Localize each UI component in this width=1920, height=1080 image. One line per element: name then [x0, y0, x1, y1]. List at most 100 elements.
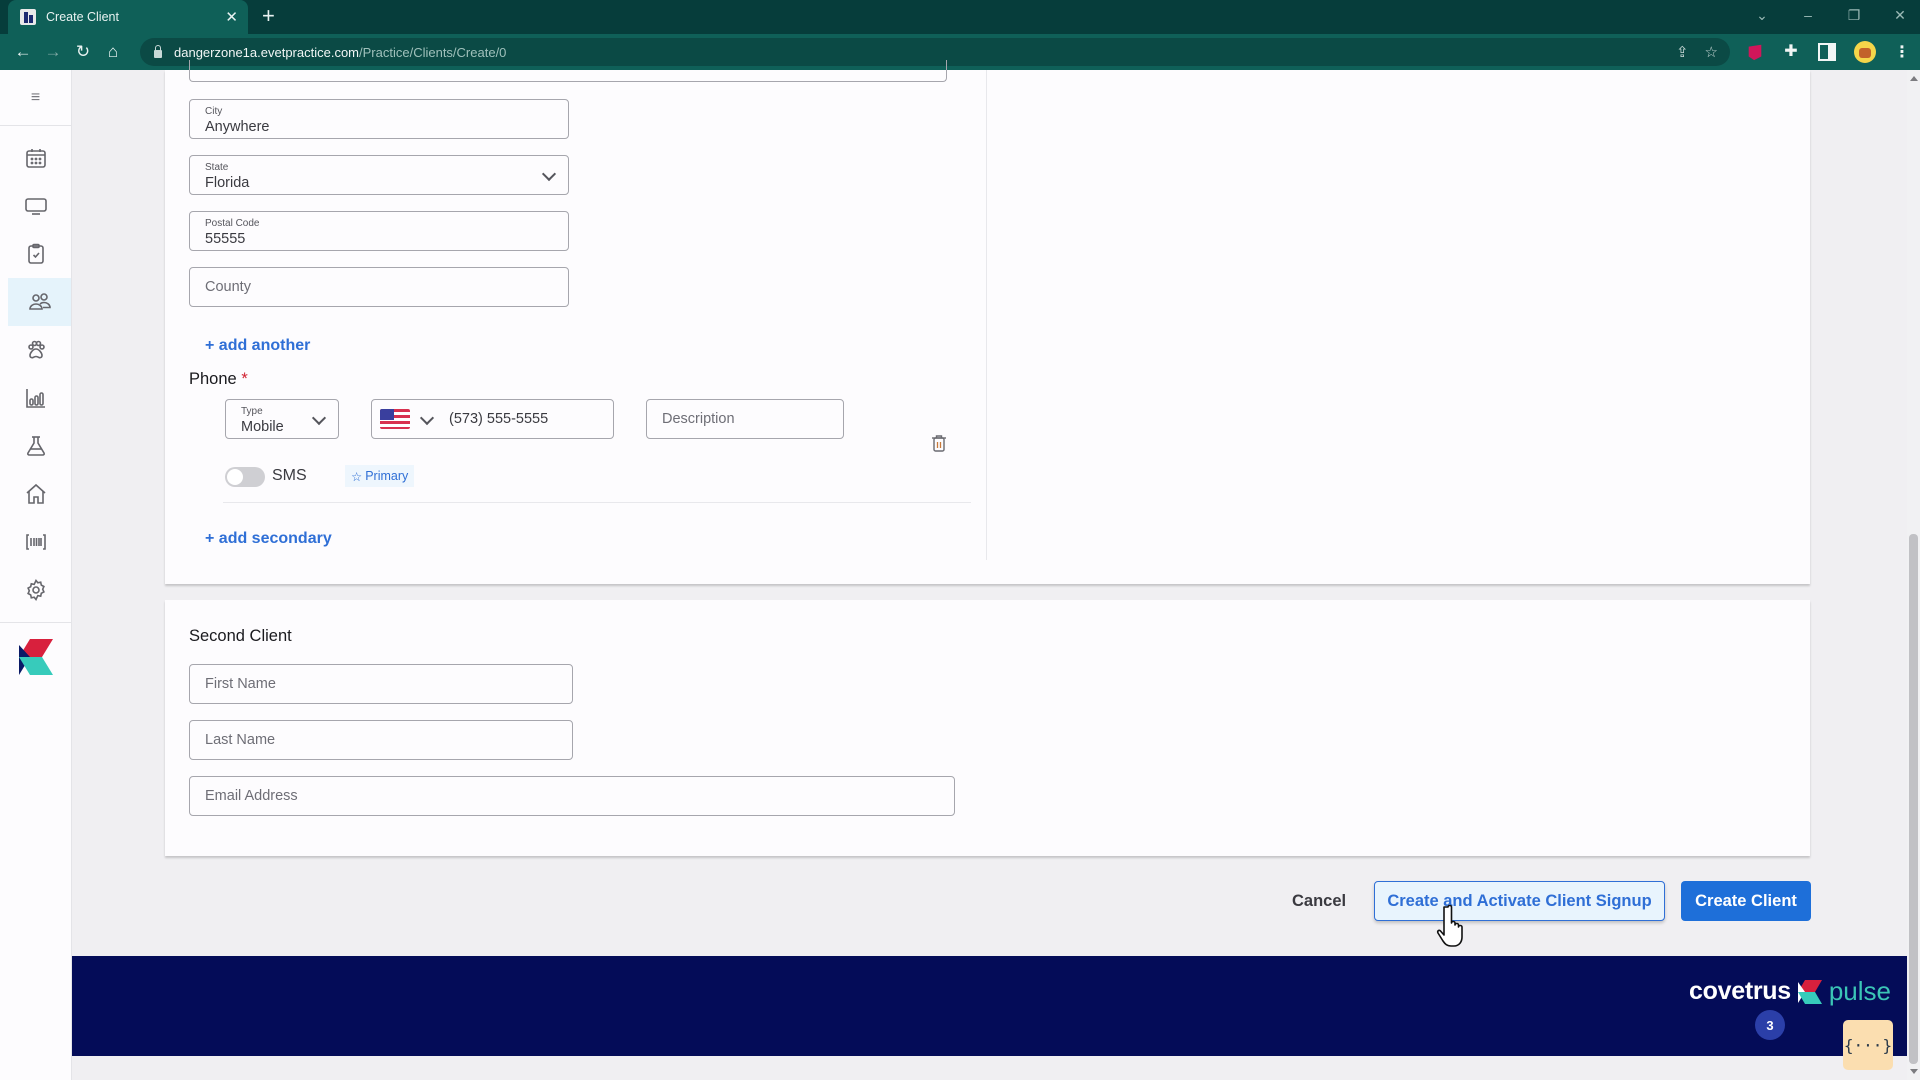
hamburger-menu-icon[interactable]: ≡	[0, 70, 71, 126]
add-another-address-link[interactable]: + add another	[205, 337, 310, 355]
phone-number-field[interactable]: (573) 555-5555	[371, 399, 614, 439]
scroll-up-arrow-icon[interactable]	[1910, 76, 1918, 81]
chevron-down-icon	[311, 410, 327, 426]
browser-tab-active[interactable]: Create Client ✕	[8, 0, 248, 34]
home-button[interactable]: ⌂	[98, 42, 128, 62]
sidebar-item-inventory[interactable]	[0, 518, 71, 566]
sidebar-item-tasks[interactable]	[0, 230, 71, 278]
monitor-icon	[24, 198, 47, 215]
flask-icon	[26, 436, 45, 456]
sidebar-item-settings[interactable]	[0, 566, 71, 614]
state-label: State	[205, 162, 229, 173]
phone-description-field[interactable]: Description	[646, 399, 844, 439]
forward-button[interactable]: →	[38, 42, 68, 62]
lock-icon[interactable]	[154, 44, 162, 58]
browser-tab-strip: Create Client ✕ + ⌄ – ❐ ✕	[0, 0, 1920, 34]
covetrus-logo[interactable]	[0, 623, 71, 691]
email-placeholder: Email Address	[205, 788, 298, 804]
county-placeholder: County	[205, 279, 251, 295]
column-divider	[986, 70, 987, 560]
browser-menu-icon[interactable]: ⋮	[1894, 42, 1910, 62]
second-client-email-field[interactable]: Email Address	[189, 776, 955, 816]
clipboard-check-icon	[27, 243, 44, 264]
extension-icon[interactable]	[1748, 44, 1762, 61]
app-footer: covetrus pulse	[72, 956, 1907, 1056]
primary-phone-badge[interactable]: ☆ Primary	[345, 465, 415, 487]
state-select[interactable]: State Florida	[189, 155, 569, 195]
client-details-card: City Anywhere State Florida Postal Code …	[165, 60, 1810, 584]
notification-count-badge[interactable]: 3	[1755, 1010, 1785, 1040]
brand-wordmark: covetrus	[1689, 977, 1791, 1005]
tab-search-icon[interactable]: ⌄	[1752, 7, 1772, 24]
sidebar-item-monitor[interactable]	[0, 182, 71, 230]
country-chevron-down-icon[interactable]	[419, 410, 435, 426]
minimize-button[interactable]: –	[1798, 7, 1818, 23]
restore-button[interactable]: ❐	[1844, 7, 1864, 24]
scroll-down-arrow-icon[interactable]	[1910, 1069, 1918, 1074]
barcode-icon	[25, 534, 46, 550]
phone-number-value: (573) 555-5555	[449, 411, 549, 427]
sidebar-item-reports[interactable]	[0, 374, 71, 422]
url-path: /Practice/Clients/Create/0	[359, 44, 507, 60]
tab-title: Create Client	[46, 10, 119, 24]
phone-type-value: Mobile	[241, 419, 284, 435]
postal-code-value: 55555	[205, 231, 246, 247]
profile-avatar[interactable]	[1854, 41, 1876, 63]
county-field[interactable]: County	[189, 267, 569, 307]
chevron-down-icon	[541, 166, 557, 182]
create-and-activate-signup-button[interactable]: Create and Activate Client Signup	[1374, 881, 1665, 921]
scrollbar-thumb[interactable]	[1909, 534, 1918, 1064]
last-name-placeholder: Last Name	[205, 732, 276, 748]
cancel-button[interactable]: Cancel	[1282, 882, 1356, 920]
covetrus-pulse-brand: covetrus pulse	[1689, 976, 1891, 1007]
address-line-field[interactable]	[189, 60, 947, 82]
postal-code-field[interactable]: Postal Code 55555	[189, 211, 569, 251]
sidebar-item-patients[interactable]	[0, 326, 71, 374]
calendar-icon	[25, 149, 46, 168]
city-field[interactable]: City Anywhere	[189, 99, 569, 139]
second-client-title: Second Client	[189, 627, 292, 645]
phone-type-select[interactable]: Type Mobile	[225, 399, 339, 439]
state-value: Florida	[205, 175, 250, 191]
close-tab-icon[interactable]: ✕	[225, 8, 238, 26]
new-tab-button[interactable]: +	[262, 4, 275, 28]
first-name-placeholder: First Name	[205, 676, 276, 692]
sidebar-item-calendar[interactable]	[0, 134, 71, 182]
phone-section-label: Phone *	[189, 370, 248, 389]
star-icon: ☆	[351, 469, 363, 484]
required-indicator: *	[241, 370, 248, 388]
primary-label: Primary	[365, 469, 409, 483]
sms-toggle[interactable]	[225, 467, 265, 487]
site-favicon-icon	[20, 9, 36, 25]
sidebar-item-home[interactable]	[0, 470, 71, 518]
bookmark-star-icon[interactable]: ☆	[1705, 43, 1718, 61]
code-widget-button[interactable]: {···}	[1843, 1020, 1893, 1070]
url-host: dangerzone1a.evetpractice.com	[174, 44, 360, 60]
second-client-last-name-field[interactable]: Last Name	[189, 720, 573, 760]
side-panel-icon[interactable]	[1818, 43, 1836, 61]
bar-chart-icon	[25, 389, 45, 408]
add-secondary-phone-link[interactable]: + add secondary	[205, 530, 332, 548]
window-controls: ⌄ – ❐ ✕	[1752, 0, 1910, 30]
phone-label-text: Phone	[189, 370, 237, 388]
hand-cursor-icon	[1436, 904, 1463, 947]
share-icon[interactable]: ⇪	[1676, 43, 1689, 61]
description-placeholder: Description	[662, 411, 735, 427]
sidebar-item-lab[interactable]	[0, 422, 71, 470]
sidebar-item-clients[interactable]	[8, 278, 71, 326]
back-button[interactable]: ←	[8, 42, 38, 62]
second-client-first-name-field[interactable]: First Name	[189, 664, 573, 704]
second-client-card: Second Client First Name Last Name Email…	[165, 600, 1810, 856]
paw-icon	[27, 340, 45, 359]
us-flag-icon[interactable]	[380, 409, 410, 429]
city-value: Anywhere	[205, 119, 270, 135]
close-window-button[interactable]: ✕	[1890, 7, 1910, 24]
extensions-puzzle-icon[interactable]: ✚	[1782, 43, 1800, 61]
covetrus-mark-icon	[1797, 979, 1822, 1004]
create-client-button[interactable]: Create Client	[1681, 881, 1811, 921]
page-scrollbar[interactable]	[1907, 70, 1920, 1080]
reload-button[interactable]: ↻	[68, 42, 98, 62]
brand-product-name: pulse	[1828, 976, 1891, 1006]
trash-icon[interactable]	[931, 434, 947, 452]
extensions-area: ✚ ⋮	[1746, 34, 1910, 70]
